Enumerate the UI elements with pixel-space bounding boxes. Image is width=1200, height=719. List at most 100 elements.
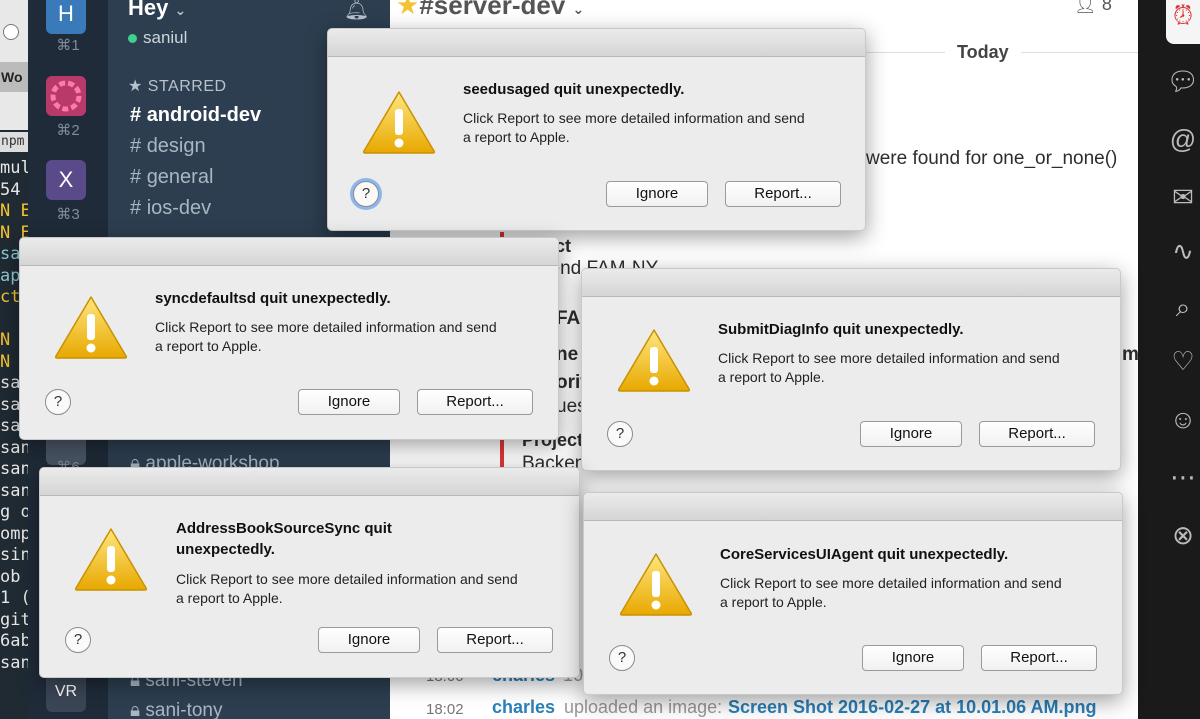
heart-icon[interactable]: ♡ — [1166, 346, 1200, 377]
star-icon: ★ — [128, 78, 143, 95]
window-button-icon[interactable] — [3, 24, 19, 40]
terminal-line: san — [0, 652, 28, 673]
member-count[interactable]: 👤︎ 8 — [1074, 0, 1112, 15]
workspace-letter: H — [58, 1, 74, 26]
dialog-title: seedusaged quit unexpectedly. — [463, 81, 685, 98]
message-text: ne — [556, 344, 579, 365]
terminal-tab[interactable]: Wo — [0, 62, 28, 92]
activity-icon[interactable]: ∿ — [1166, 236, 1200, 267]
alarm-clock-icon[interactable]: ⏰︎ — [1166, 0, 1200, 44]
terminal-line: sin — [0, 545, 28, 565]
terminal-line: san — [0, 480, 28, 501]
report-button[interactable]: Report... — [437, 627, 553, 653]
terminal-titlebar: Wo — [0, 0, 28, 130]
workspace-avatar[interactable] — [46, 76, 86, 116]
terminal-line: mul — [0, 158, 28, 178]
sidebar-item-android-dev[interactable]: # android-dev — [130, 104, 261, 127]
report-button[interactable]: Report... — [981, 645, 1097, 671]
message-text: FA — [556, 308, 581, 329]
at-icon[interactable]: @ — [1166, 124, 1200, 155]
crash-dialog: seedusaged quit unexpectedly. Click Repo… — [327, 28, 866, 231]
message-author[interactable]: charles — [492, 697, 555, 718]
dialog-message: Click Report to see more detailed inform… — [155, 319, 497, 354]
ignore-button[interactable]: Ignore — [298, 389, 400, 415]
bell-icon[interactable]: 🔔︎ — [344, 0, 369, 22]
team-name[interactable]: Hey ⌄ — [128, 0, 186, 21]
crash-dialog: CoreServicesUIAgent quit unexpectedly. C… — [583, 492, 1123, 695]
sidebar-item-ios-dev[interactable]: # ios-dev — [130, 197, 211, 220]
terminal-tab-npm[interactable]: npm — [0, 132, 28, 152]
dialog-title: CoreServicesUIAgent quit unexpectedly. — [720, 546, 1009, 563]
channel-label: ios-dev — [146, 197, 212, 219]
warning-icon — [617, 329, 691, 392]
ignore-button[interactable]: Ignore — [318, 627, 420, 653]
terminal-line: san — [0, 437, 28, 458]
member-count-value: 8 — [1101, 0, 1112, 14]
report-button[interactable]: Report... — [417, 389, 533, 415]
star-icon[interactable]: ★ — [396, 0, 419, 20]
envelope-icon[interactable]: ✉︎ — [1166, 182, 1200, 213]
help-button[interactable]: ? — [353, 181, 379, 207]
dialog-message: Click Report to see more detailed inform… — [720, 575, 1062, 610]
workspace-shortcut: ⌘3 — [56, 206, 80, 223]
terminal-line: 6ab — [0, 631, 28, 651]
dialog-titlebar[interactable] — [582, 269, 1120, 297]
speech-bubble-icon[interactable]: 💬︎ — [1166, 66, 1200, 97]
dialog-title: SubmitDiagInfo quit unexpectedly. — [718, 321, 964, 338]
file-link[interactable]: Screen Shot 2016-02-27 at 10.01.06 AM.pn… — [728, 697, 1097, 718]
channel-label: android-dev — [146, 104, 262, 126]
dialog-message: Click Report to see more detailed inform… — [176, 571, 518, 606]
starred-label: STARRED — [147, 78, 227, 95]
workspace-avatar[interactable]: VR — [46, 672, 86, 712]
dialog-title: AddressBookSourceSync quit unexpectedly. — [176, 520, 392, 558]
help-button[interactable]: ? — [45, 389, 71, 415]
workspace-shortcut: ⌘2 — [56, 122, 80, 139]
dialog-message: Click Report to see more detailed inform… — [463, 110, 805, 145]
desktop-screen: Wo npm mul 54 N EN Esan ap ct N Nsan san san san s… — [0, 0, 1200, 719]
ignore-button[interactable]: Ignore — [862, 645, 964, 671]
help-button[interactable]: ? — [65, 627, 91, 653]
sidebar-item-sani-tony[interactable]: 🔒︎ sani-tony — [130, 700, 223, 719]
channel-label: general — [146, 166, 214, 188]
channel-label: sani-tony — [145, 700, 223, 719]
workspace-avatar[interactable]: H — [46, 0, 86, 34]
current-user: saniul — [128, 28, 187, 48]
sidebar-item-general[interactable]: # general — [130, 166, 213, 189]
person-icon: 👤︎ — [1074, 0, 1097, 14]
dots-icon[interactable]: ⋯ — [1166, 462, 1200, 493]
presence-dot — [128, 34, 137, 43]
dialog-message: Click Report to see more detailed inform… — [718, 350, 1060, 385]
sidebar-item-design[interactable]: # design — [130, 135, 206, 158]
terminal-line: 54 — [0, 179, 21, 200]
day-divider-label: Today — [945, 42, 1021, 63]
dialog-titlebar[interactable] — [584, 493, 1122, 521]
workspace-letter: X — [58, 167, 74, 192]
ignore-button[interactable]: Ignore — [860, 421, 962, 447]
chevron-down-icon: ⌄ — [174, 2, 187, 18]
dialog-titlebar[interactable] — [20, 238, 558, 266]
workspace-avatar[interactable]: X — [46, 160, 86, 200]
channel-label: design — [146, 135, 206, 157]
team-icon[interactable]: ☺ — [1166, 404, 1200, 435]
dialog-title: syncdefaultsd quit unexpectedly. — [155, 290, 391, 307]
ignore-button[interactable]: Ignore — [606, 181, 708, 207]
report-button[interactable]: Report... — [979, 421, 1095, 447]
help-button[interactable]: ? — [607, 421, 633, 447]
dialog-titlebar[interactable] — [328, 29, 865, 57]
report-button[interactable]: Report... — [725, 181, 841, 207]
user-name: saniul — [143, 28, 188, 47]
search-icon[interactable]: ⌕ — [1166, 292, 1200, 324]
starred-header: ★ STARRED — [128, 76, 227, 96]
close-circle-icon[interactable]: ⊗ — [1166, 520, 1200, 551]
help-button[interactable]: ? — [609, 645, 635, 671]
terminal-line: git — [0, 609, 28, 630]
terminal-line: san — [0, 459, 28, 479]
crash-dialog: AddressBookSourceSync quit unexpectedly.… — [39, 467, 580, 678]
terminal-line: g o — [0, 502, 28, 522]
terminal-line: 1 ( — [0, 588, 28, 608]
crash-dialog: SubmitDiagInfo quit unexpectedly. Click … — [581, 268, 1121, 471]
channel-title[interactable]: ★#server-dev ⌄ — [396, 0, 584, 21]
terminal-line: omp — [0, 523, 28, 544]
terminal-line: ob — [0, 566, 21, 587]
dialog-titlebar[interactable] — [40, 468, 579, 496]
